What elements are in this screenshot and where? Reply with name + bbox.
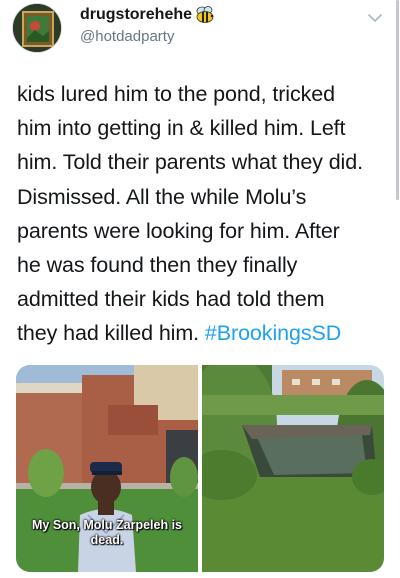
scrollbar[interactable] xyxy=(396,0,399,200)
tweet-header: drugstorehehe @hotdadparty xyxy=(0,0,400,60)
tweet-text: kids lured him to the pond, tricked him … xyxy=(17,77,392,351)
tweet-text-line: him. Told their parents what they did. xyxy=(17,150,363,175)
tweet-text-line: parents were looking for him. After xyxy=(17,218,340,243)
author-handle[interactable]: @hotdadparty xyxy=(80,28,174,45)
tweet-text-line: kids lured him to the pond, tricked xyxy=(17,82,335,106)
author-display-name[interactable]: drugstorehehe xyxy=(80,6,192,24)
photo-boy-in-front-of-building[interactable]: My Son, Molu Zarpeleh is dead. xyxy=(16,365,198,572)
tweet-text-line: him into getting in & killed him. Left xyxy=(17,116,346,141)
tweet-text-line: Dismissed. All the while Molu’s xyxy=(17,184,307,209)
tweet-text-last-line: they had killed him. #BrookingsSD xyxy=(17,316,392,350)
chevron-down-icon[interactable] xyxy=(364,8,386,28)
avatar[interactable] xyxy=(12,3,62,53)
tweet-text-line: they had killed him. xyxy=(17,321,205,346)
tweet-text-line: he was found then they finally xyxy=(17,253,298,278)
photo-image xyxy=(202,365,384,572)
photo-caption: My Son, Molu Zarpeleh is dead. xyxy=(16,518,198,548)
bee-icon xyxy=(196,6,214,23)
hashtag-link[interactable]: #BrookingsSD xyxy=(205,321,341,345)
photo-caption-line: My Son, Molu Zarpeleh is xyxy=(31,518,183,532)
media-grid: My Son, Molu Zarpeleh is dead. xyxy=(16,365,384,572)
photo-caption-line: dead. xyxy=(90,533,124,547)
tweet-text-line: admitted their kids had told them xyxy=(17,287,325,312)
framed-picture-avatar xyxy=(13,4,61,52)
photo-pond[interactable] xyxy=(202,365,384,572)
